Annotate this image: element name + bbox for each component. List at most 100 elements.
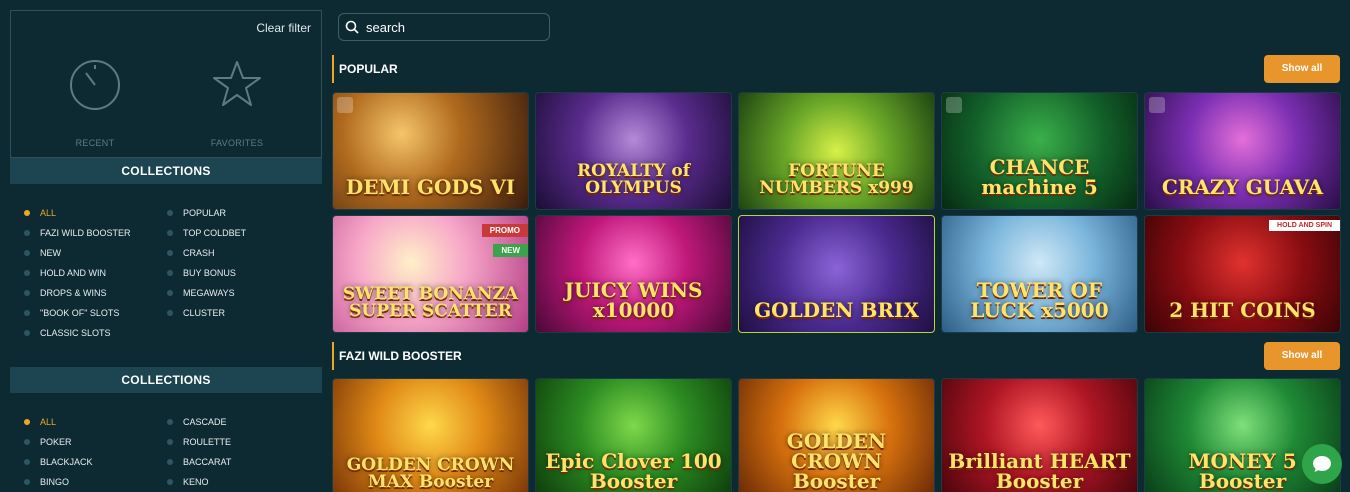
- game-tile-golden-crown-booster[interactable]: GOLDEN CROWN Booster: [738, 378, 935, 492]
- collection-label: DROPS & WINS: [40, 288, 107, 298]
- game-title: CRAZY GUAVA: [1161, 175, 1324, 199]
- collection-item-fazi-wild-booster[interactable]: FAZI WILD BOOSTER: [24, 226, 167, 240]
- game-tile-tower-of-luck[interactable]: TOWER OF LUCK x5000: [941, 215, 1138, 333]
- game-tile-crazy-guava[interactable]: CRAZY GUAVA: [1144, 92, 1341, 210]
- collection-label: TOP COLDBET: [183, 228, 247, 238]
- popular-games-grid: DEMI GODS VI ROYALTY of OLYMPUS FORTUNE …: [332, 92, 1341, 333]
- search-box[interactable]: [338, 13, 550, 41]
- game-tile-epic-clover-100-booster[interactable]: Epic Clover 100 Booster: [535, 378, 732, 492]
- promo-badge: PROMO: [481, 224, 528, 237]
- game-tile-golden-brix[interactable]: GOLDEN BRIX: [738, 215, 935, 333]
- fazi-show-all-button[interactable]: Show all: [1264, 342, 1340, 370]
- collection-item-megaways[interactable]: MEGAWAYS: [167, 286, 310, 300]
- collection-item-all[interactable]: ALL: [24, 206, 167, 220]
- bullet-dot: [167, 439, 173, 445]
- hold-and-spin-badge: HOLD AND SPIN: [1269, 220, 1340, 231]
- bullet-dot: [24, 210, 30, 216]
- bullet-dot: [167, 459, 173, 465]
- bullet-dot: [167, 210, 173, 216]
- game-tile-demi-gods-vi[interactable]: DEMI GODS VI: [332, 92, 529, 210]
- collection-item-buy-bonus[interactable]: BUY BONUS: [167, 266, 310, 280]
- collection-item-blackjack[interactable]: BLACKJACK: [24, 455, 167, 469]
- collections-heading: COLLECTIONS: [10, 158, 322, 184]
- collection-item-keno[interactable]: KENO: [167, 475, 310, 489]
- game-title: DEMI GODS VI: [345, 175, 516, 199]
- favorites-filter[interactable]: FAVORITES: [187, 57, 287, 148]
- collection-label: "BOOK OF" SLOTS: [40, 308, 120, 318]
- popular-section-header: POPULAR Show all: [332, 55, 1340, 83]
- game-tile-brilliant-heart-booster[interactable]: Brilliant HEART Booster: [941, 378, 1138, 492]
- collection-label: HOLD AND WIN: [40, 268, 107, 278]
- bullet-dot: [24, 250, 30, 256]
- collection-item-hold-and-win[interactable]: HOLD AND WIN: [24, 266, 167, 280]
- collection-label: CRASH: [183, 248, 215, 258]
- bullet-dot: [167, 230, 173, 236]
- section-accent-bar: [332, 55, 334, 83]
- collection-item-baccarat[interactable]: BACCARAT: [167, 455, 310, 469]
- clear-filter-link[interactable]: Clear filter: [256, 21, 311, 35]
- game-tile-golden-crown-max-booster[interactable]: GOLDEN CROWN MAX Booster: [332, 378, 529, 492]
- game-title: GOLDEN CROWN Booster: [786, 429, 887, 492]
- collection-item-drops-wins[interactable]: DROPS & WINS: [24, 286, 167, 300]
- game-tile-juicy-wins[interactable]: JUICY WINS x10000: [535, 215, 732, 333]
- game-title: SWEET BONANZA SUPER SCATTER: [342, 284, 519, 321]
- popular-show-all-button[interactable]: Show all: [1264, 55, 1340, 83]
- bullet-dot: [167, 479, 173, 485]
- game-tile-2-hit-coins[interactable]: HOLD AND SPIN 2 HIT COINS: [1144, 215, 1341, 333]
- chat-bubble-icon: [1313, 456, 1331, 472]
- collection-label: ALL: [40, 417, 57, 427]
- collection-label: BACCARAT: [183, 457, 232, 467]
- collection-item-cluster[interactable]: CLUSTER: [167, 306, 310, 320]
- game-tile-royalty-of-olympus[interactable]: ROYALTY of OLYMPUS: [535, 92, 732, 210]
- popular-title: POPULAR: [339, 62, 398, 76]
- collections-section-2: COLLECTIONS ALL CASCADE POKER ROULETTE B…: [10, 367, 322, 489]
- collection-label: ROULETTE: [183, 437, 232, 447]
- provider-logo-icon: [946, 97, 962, 113]
- star-icon: [213, 61, 261, 106]
- game-title: FORTUNE NUMBERS x999: [759, 161, 914, 198]
- chat-button[interactable]: [1302, 444, 1342, 484]
- bullet-dot: [24, 459, 30, 465]
- bullet-dot: [167, 250, 173, 256]
- bullet-dot: [24, 310, 30, 316]
- sidebar: Clear filter RECENT FAVORITES COLLECTION…: [10, 10, 322, 340]
- fazi-games-grid: GOLDEN CROWN MAX Booster Epic Clover 100…: [332, 378, 1341, 492]
- collection-item-crash[interactable]: CRASH: [167, 246, 310, 260]
- bullet-dot: [167, 310, 173, 316]
- collection-item-poker[interactable]: POKER: [24, 435, 167, 449]
- new-badge: NEW: [493, 244, 528, 257]
- game-title: Epic Clover 100 Booster: [545, 449, 722, 492]
- game-title: GOLDEN CROWN MAX Booster: [346, 455, 515, 492]
- fazi-title: FAZI WILD BOOSTER: [339, 349, 462, 363]
- collection-label: ALL: [40, 208, 57, 218]
- collection-item-roulette[interactable]: ROULETTE: [167, 435, 310, 449]
- game-tile-sweet-bonanza-super-scatter[interactable]: PROMO NEW SWEET BONANZA SUPER SCATTER: [332, 215, 529, 333]
- collection-label: MEGAWAYS: [183, 288, 235, 298]
- bullet-dot: [167, 419, 173, 425]
- collection-label: CLUSTER: [183, 308, 226, 318]
- collection-item-top-coldbet[interactable]: TOP COLDBET: [167, 226, 310, 240]
- collection-item-classic-slots[interactable]: CLASSIC SLOTS: [24, 326, 167, 340]
- recent-filter[interactable]: RECENT: [45, 57, 145, 148]
- collections-heading-2: COLLECTIONS: [10, 367, 322, 393]
- collection-item-book-of-slots[interactable]: "BOOK OF" SLOTS: [24, 306, 167, 320]
- collection-item-new[interactable]: NEW: [24, 246, 167, 260]
- collection-label: CLASSIC SLOTS: [40, 328, 111, 338]
- game-tile-chance-machine-5[interactable]: CHANCE machine 5: [941, 92, 1138, 210]
- collection-item-cascade[interactable]: CASCADE: [167, 415, 310, 429]
- collection-label: FAZI WILD BOOSTER: [40, 228, 131, 238]
- collection-item-bingo[interactable]: BINGO: [24, 475, 167, 489]
- collection-item-popular[interactable]: POPULAR: [167, 206, 310, 220]
- bullet-dot: [167, 270, 173, 276]
- game-tile-fortune-numbers[interactable]: FORTUNE NUMBERS x999: [738, 92, 935, 210]
- collection-label: KENO: [183, 477, 209, 487]
- collections-list: ALL POPULAR FAZI WILD BOOSTER TOP COLDBE…: [10, 184, 322, 340]
- recent-label: RECENT: [75, 138, 115, 148]
- game-title: 2 HIT COINS: [1169, 298, 1316, 322]
- bullet-dot: [24, 270, 30, 276]
- bullet-dot: [167, 290, 173, 296]
- collection-item-all[interactable]: ALL: [24, 415, 167, 429]
- bullet-dot: [24, 479, 30, 485]
- search-input[interactable]: [366, 19, 546, 35]
- bullet-dot: [24, 419, 30, 425]
